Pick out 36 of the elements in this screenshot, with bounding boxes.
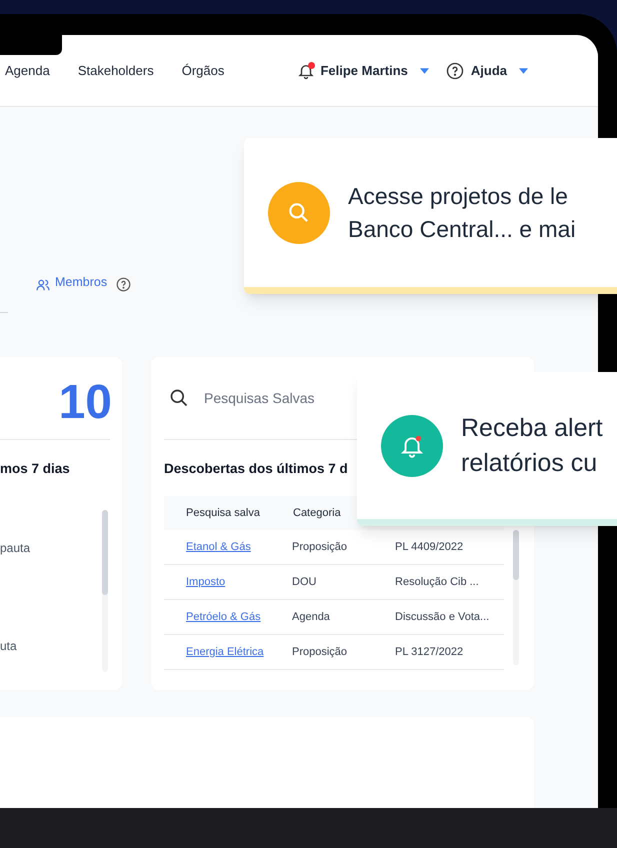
table-cell-text: DOU [292,575,318,590]
caret-icon[interactable] [420,68,429,74]
members-link[interactable]: Membros [55,273,108,292]
list-item-text[interactable]: pauta [0,539,30,557]
table-cell-text: Discussão e Vota... [395,610,490,625]
list-item-text[interactable]: uta [0,637,17,655]
people-icon[interactable] [36,278,50,292]
scrollbar-thumb[interactable] [513,530,519,580]
table-cell-text: Proposição [292,645,348,660]
bell-icon[interactable] [297,62,316,80]
nav-link[interactable]: Stakeholders [78,60,154,80]
column-header: Pesquisa salva [186,506,261,521]
search-field[interactable]: Pesquisas Salvas [204,388,344,408]
table-cell-text: Resolução Cib ... [395,575,480,590]
scrollbar-thumb[interactable] [102,510,108,595]
nav-link[interactable]: Agenda [5,60,50,80]
user-menu[interactable]: Felipe Martins [320,60,408,80]
help-icon[interactable] [116,277,132,292]
help-menu[interactable]: Ajuda [470,60,507,80]
search-link[interactable]: Etanol & Gás [186,539,292,556]
count-number: 10 [58,379,112,427]
search-icon [169,388,189,408]
table-cell-text: PL 3127/2022 [395,645,464,660]
card-heading: mos 7 dias [0,460,70,478]
help-icon[interactable] [446,62,464,80]
table-cell-text: Proposição [292,540,348,555]
nav-link[interactable]: Órgãos [182,60,224,80]
search-link[interactable]: Energia Elétrica [186,644,292,660]
callout-text: Acesse projetos de le Banco Central... e mai [348,182,576,244]
table-cell-text: PL 4409/2022 [395,540,464,555]
caret-icon[interactable] [519,68,528,74]
callout-text: Receba alert relatórios cu [461,412,603,478]
table-cell-text: Agenda [292,610,331,625]
search-link[interactable]: Petróelo & Gás [186,609,292,626]
column-header: Categoria [293,506,342,521]
search-link[interactable]: Imposto [186,574,292,590]
